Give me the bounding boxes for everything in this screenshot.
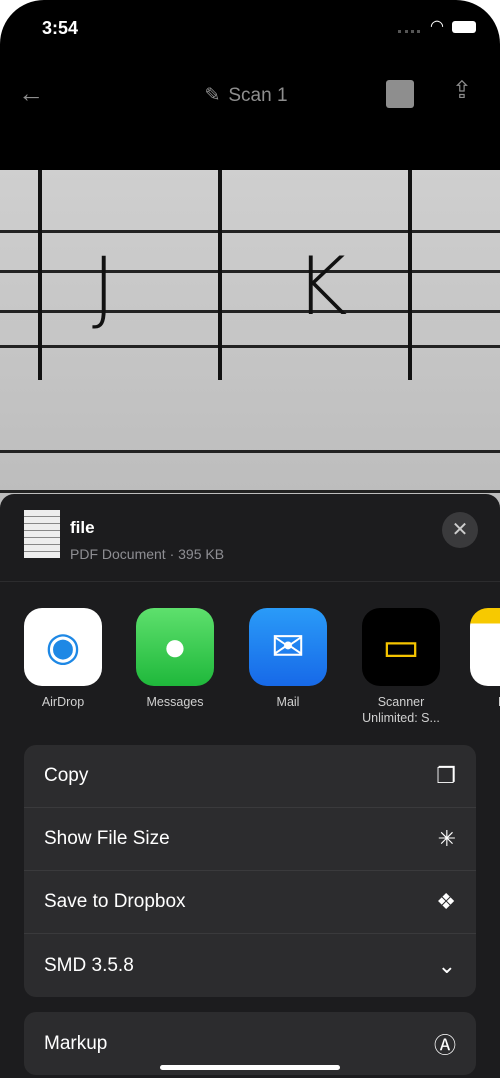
chevron-down-circle-icon: ⌄ bbox=[437, 952, 456, 978]
sparkle-icon: ✳ bbox=[437, 826, 456, 851]
app-label: Mail bbox=[276, 695, 300, 709]
app-scanner[interactable]: ▭ Scanner Unlimited: S... bbox=[356, 608, 446, 726]
scan-letter: J bbox=[92, 240, 116, 333]
app-label: AirDrop bbox=[41, 695, 85, 709]
action-copy[interactable]: Copy ❐ bbox=[24, 745, 476, 808]
scan-preview: J K bbox=[0, 170, 500, 510]
action-group: Copy ❐ Show File Size ✳ Save to Dropbox ❖ S… bbox=[24, 745, 476, 997]
action-label: Copy bbox=[44, 765, 89, 786]
markup-icon: Ⓐ bbox=[433, 1032, 456, 1058]
app-mail[interactable]: ✉ Mail bbox=[243, 608, 333, 710]
fax-icon[interactable] bbox=[386, 80, 414, 108]
phone-screen: 3:54 ◠ ← ✎ Scan 1 ⇪ J K file PDF Document… bbox=[0, 0, 500, 1078]
action-label: Save to Dropbox bbox=[44, 891, 186, 912]
copy-icon: ❐ bbox=[436, 763, 456, 788]
app-label: Scanner Unlimited: S... bbox=[362, 695, 440, 725]
share-sheet: file PDF Document · 395 KB ✕ ◉ AirDrop ● M… bbox=[0, 494, 500, 1078]
status-bar: 3:54 ◠ bbox=[0, 0, 500, 56]
dropbox-icon: ❖ bbox=[436, 889, 456, 914]
scanner-icon: ▭ bbox=[362, 608, 440, 686]
rename-title-button[interactable]: ✎ Scan 1 bbox=[0, 84, 500, 107]
battery-icon bbox=[452, 21, 476, 33]
share-icon[interactable]: ⇪ bbox=[452, 76, 472, 105]
home-indicator bbox=[160, 1065, 340, 1070]
app-label: Messages bbox=[146, 695, 204, 709]
file-meta: PDF Document · 395 KB bbox=[70, 546, 225, 562]
wifi-icon: ◠ bbox=[430, 18, 444, 35]
file-name: file bbox=[70, 518, 95, 537]
action-label: Markup bbox=[44, 1032, 108, 1054]
share-header: file PDF Document · 395 KB ✕ bbox=[0, 494, 500, 582]
clock: 3:54 bbox=[42, 18, 79, 38]
action-label: SMD 3.5.8 bbox=[44, 954, 134, 976]
messages-icon: ● bbox=[136, 608, 214, 686]
app-messages[interactable]: ● Messages bbox=[130, 608, 220, 710]
notes-icon bbox=[470, 608, 500, 686]
file-thumbnail bbox=[24, 510, 60, 558]
action-smd[interactable]: SMD 3.5.8 ⌄ bbox=[24, 934, 476, 997]
app-airdrop[interactable]: ◉ AirDrop bbox=[18, 608, 108, 710]
nav-bar: ← ✎ Scan 1 ⇪ bbox=[0, 70, 500, 120]
app-row: ◉ AirDrop ● Messages ✉ Mail ▭ Scanner Unlimi… bbox=[0, 582, 500, 732]
mail-icon: ✉ bbox=[249, 608, 327, 686]
app-label: N bbox=[470, 694, 500, 710]
action-label: Show File Size bbox=[44, 828, 170, 849]
signal-icon bbox=[398, 30, 420, 33]
scan-letter: K bbox=[295, 240, 348, 333]
app-notes[interactable]: N bbox=[470, 608, 500, 710]
action-show-file-size[interactable]: Show File Size ✳ bbox=[24, 808, 476, 871]
action-save-to-dropbox[interactable]: Save to Dropbox ❖ bbox=[24, 871, 476, 934]
pencil-icon: ✎ bbox=[204, 85, 221, 106]
airdrop-icon: ◉ bbox=[24, 608, 102, 686]
close-button[interactable]: ✕ bbox=[442, 512, 478, 548]
page-title: Scan 1 bbox=[228, 85, 288, 106]
